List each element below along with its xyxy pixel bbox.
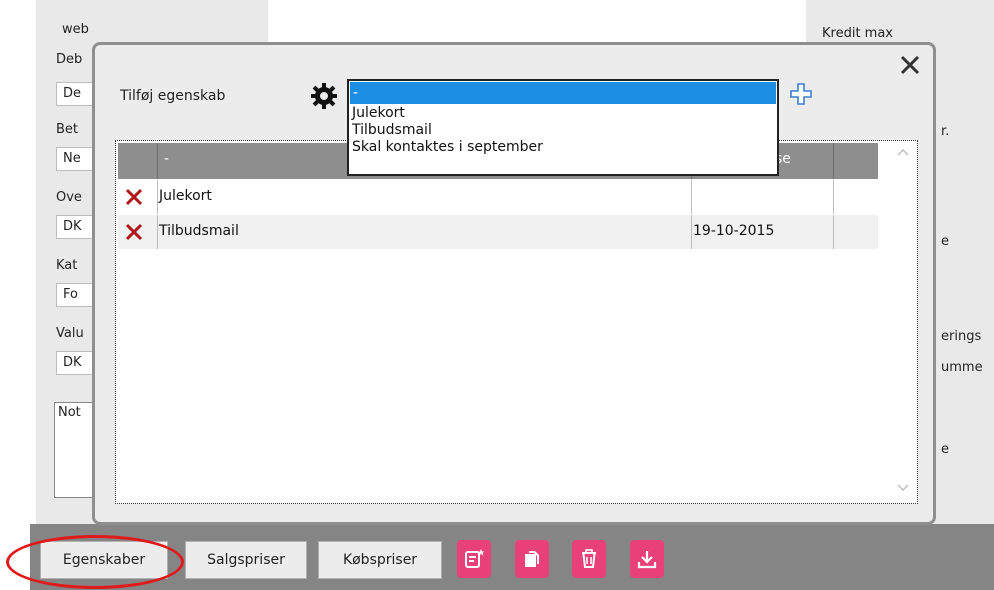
bottom-toolbar — [30, 524, 994, 590]
bg-label-web: web — [62, 22, 89, 37]
bg-label-ove: Ove — [56, 190, 82, 205]
table-row[interactable]: Julekort — [118, 180, 878, 214]
row-date: 19-10-2015 — [693, 223, 775, 239]
dropdown-selected-option[interactable]: - — [350, 82, 776, 104]
close-icon[interactable] — [898, 53, 922, 77]
dropdown-option-tilbudsmail[interactable]: Tilbudsmail — [349, 122, 777, 139]
row-name: Tilbudsmail — [159, 223, 239, 239]
gear-icon[interactable] — [306, 80, 342, 112]
bg-label-right-2: r. — [941, 124, 950, 139]
table-row[interactable]: Tilbudsmail 19-10-2015 — [118, 215, 878, 249]
salgspriser-button[interactable]: Salgspriser — [185, 541, 307, 579]
bg-label-valu: Valu — [56, 326, 84, 341]
table-scrollbar[interactable] — [890, 143, 916, 501]
kobspriser-button[interactable]: Købspriser — [318, 541, 442, 579]
delete-icon[interactable] — [125, 188, 143, 206]
bg-label-right-3: e — [941, 234, 949, 249]
bg-label-bet: Bet — [56, 122, 79, 137]
property-select-dropdown[interactable]: - Julekort Tilbudsmail Skal kontaktes i … — [347, 79, 779, 176]
bg-label-right-6: e — [941, 442, 949, 457]
trash-icon[interactable] — [572, 540, 606, 578]
bg-label-kredit-max: Kredit max — [822, 26, 893, 41]
dropdown-option-skal-kontaktes[interactable]: Skal kontaktes i september — [349, 139, 777, 156]
add-property-plus-icon[interactable] — [789, 82, 813, 106]
egenskaber-button[interactable]: Egenskaber — [40, 541, 168, 579]
bg-label-right-5: umme — [941, 360, 983, 375]
row-name: Julekort — [159, 188, 212, 204]
download-icon[interactable] — [630, 540, 664, 578]
add-property-label: Tilføj egenskab — [120, 88, 226, 104]
new-document-icon[interactable] — [457, 540, 491, 578]
header-col-name[interactable]: - — [164, 151, 169, 167]
bg-label-right-4: erings — [941, 329, 982, 344]
delete-icon[interactable] — [125, 223, 143, 241]
copy-icon[interactable] — [515, 540, 549, 578]
dropdown-option-julekort[interactable]: Julekort — [349, 105, 777, 122]
bg-label-deb: Deb — [56, 52, 83, 67]
bg-label-kat: Kat — [56, 258, 78, 273]
